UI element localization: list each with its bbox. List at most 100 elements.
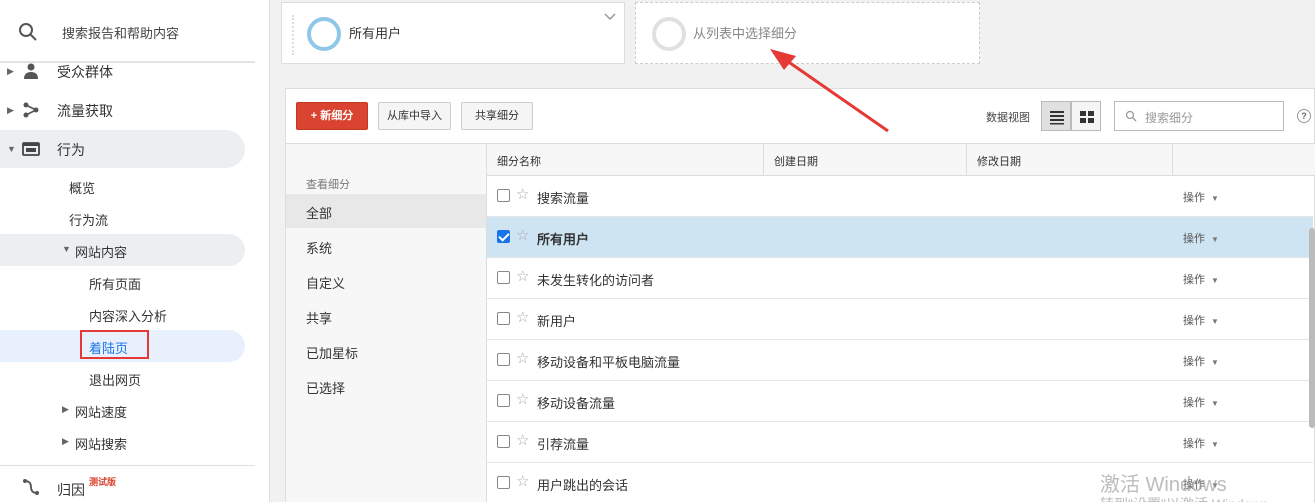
filter-selected[interactable]: 已选择	[286, 369, 486, 403]
actions-dropdown[interactable]: 操作 ▼	[1183, 230, 1219, 246]
filter-all[interactable]: 全部	[286, 194, 486, 228]
actions-dropdown[interactable]: 操作 ▼	[1183, 394, 1219, 410]
sidebar-sub-behavior-flow[interactable]: 行为流	[0, 202, 245, 234]
segment-name: 所有用户	[537, 232, 590, 247]
attribution-icon	[23, 479, 39, 495]
drag-handle-icon[interactable]	[292, 15, 296, 55]
row-checkbox[interactable]	[497, 476, 510, 489]
actions-dropdown[interactable]: 操作 ▼	[1183, 271, 1219, 287]
actions-dropdown[interactable]: 操作 ▼	[1183, 435, 1219, 451]
column-header-created[interactable]: 创建日期	[764, 144, 967, 176]
star-icon[interactable]: ☆	[516, 472, 529, 490]
caret-right-icon: ▶	[62, 404, 69, 414]
actions-label: 操作	[1183, 315, 1205, 327]
filter-custom[interactable]: 自定义	[286, 264, 486, 298]
table-row[interactable]: ☆ 引荐流量 操作 ▼	[487, 422, 1313, 463]
list-icon	[1050, 111, 1064, 125]
segment-placeholder: 从列表中选择细分	[693, 26, 798, 41]
list-view-button[interactable]	[1041, 101, 1071, 131]
scrollbar[interactable]	[1309, 228, 1315, 428]
table-header: 细分名称 创建日期 修改日期	[487, 144, 1315, 176]
sidebar-sub-site-search[interactable]: ▶ 网站搜索	[0, 426, 245, 458]
activation-watermark: 激活 Windows	[1100, 474, 1227, 496]
star-icon[interactable]: ☆	[516, 226, 529, 244]
sidebar-item-label: 受众群体	[57, 64, 113, 80]
help-icon[interactable]: ?	[1297, 109, 1311, 123]
actions-dropdown[interactable]: 操作 ▼	[1183, 312, 1219, 328]
grid-view-button[interactable]	[1071, 101, 1101, 131]
sidebar-item-acquisition[interactable]: ▶ 流量获取	[0, 91, 245, 129]
star-icon[interactable]: ☆	[516, 185, 529, 203]
segment-name: 移动设备流量	[537, 396, 616, 411]
sidebar-sub-exit-pages[interactable]: 退出网页	[0, 362, 245, 394]
filter-system[interactable]: 系统	[286, 229, 486, 263]
sidebar-sub-all-pages[interactable]: 所有页面	[0, 266, 245, 298]
divider	[0, 62, 255, 63]
sidebar-sub-label: 内容深入分析	[89, 309, 168, 324]
actions-dropdown[interactable]: 操作 ▼	[1183, 189, 1219, 205]
main-area: 所有用户 从列表中选择细分 + 新细分 从库中导入 共享细分 数据视图 搜索细分…	[270, 0, 1315, 502]
table-row[interactable]: ☆ 移动设备和平板电脑流量 操作 ▼	[487, 340, 1313, 381]
actions-label: 操作	[1183, 356, 1205, 368]
caret-down-icon: ▼	[7, 144, 16, 154]
caret-down-icon: ▼	[1211, 235, 1219, 244]
sidebar-item-behavior[interactable]: ▼ 行为	[0, 130, 245, 168]
filter-list-header: 查看细分	[306, 179, 350, 191]
chevron-down-icon[interactable]	[604, 11, 616, 23]
table-row[interactable]: ☆ 所有用户 操作 ▼	[487, 217, 1313, 258]
filter-label: 已加星标	[306, 346, 359, 361]
filter-label: 已选择	[306, 381, 346, 396]
segment-circle-icon	[307, 17, 341, 51]
sidebar-item-attribution[interactable]: 归因 测试版	[0, 470, 245, 502]
filter-label: 全部	[306, 206, 333, 221]
actions-label: 操作	[1183, 274, 1205, 286]
row-checkbox[interactable]	[497, 271, 510, 284]
new-segment-button[interactable]: + 新细分	[296, 102, 368, 130]
sidebar-item-audience[interactable]: ▶ 受众群体	[0, 52, 245, 90]
filter-label: 共享	[306, 311, 333, 326]
row-checkbox[interactable]	[497, 435, 510, 448]
sidebar-sub-label: 概览	[69, 181, 96, 196]
row-checkbox[interactable]	[497, 353, 510, 366]
beta-badge: 测试版	[89, 477, 117, 487]
column-header-name[interactable]: 细分名称	[487, 144, 764, 176]
sidebar-sub-label: 退出网页	[89, 373, 142, 388]
row-checkbox[interactable]	[497, 312, 510, 325]
share-segments-button[interactable]: 共享细分	[461, 102, 533, 130]
actions-label: 操作	[1183, 397, 1205, 409]
segment-circle-icon	[652, 17, 686, 51]
table-row[interactable]: ☆ 未发生转化的访问者 操作 ▼	[487, 258, 1313, 299]
row-checkbox[interactable]	[497, 230, 510, 243]
sidebar-sub-site-speed[interactable]: ▶ 网站速度	[0, 394, 245, 426]
filter-shared[interactable]: 共享	[286, 299, 486, 333]
table-row[interactable]: ☆ 搜索流量 操作 ▼	[487, 176, 1313, 217]
column-header-modified[interactable]: 修改日期	[967, 144, 1173, 176]
row-checkbox[interactable]	[497, 189, 510, 202]
person-icon	[24, 63, 38, 79]
segment-name: 搜索流量	[537, 191, 590, 206]
filter-starred[interactable]: 已加星标	[286, 334, 486, 368]
actions-dropdown[interactable]: 操作 ▼	[1183, 353, 1219, 369]
segment-name: 未发生转化的访问者	[537, 273, 655, 288]
sidebar-sub-site-content[interactable]: ▼ 网站内容	[0, 234, 245, 266]
row-checkbox[interactable]	[497, 394, 510, 407]
segment-card-empty[interactable]: 从列表中选择细分	[635, 2, 980, 64]
star-icon[interactable]: ☆	[516, 308, 529, 326]
star-icon[interactable]: ☆	[516, 431, 529, 449]
actions-label: 操作	[1183, 233, 1205, 245]
column-header-label: 创建日期	[774, 156, 818, 168]
table-row[interactable]: ☆ 移动设备流量 操作 ▼	[487, 381, 1313, 422]
star-icon[interactable]: ☆	[516, 390, 529, 408]
sidebar-sub-overview[interactable]: 概览	[0, 170, 245, 202]
star-icon[interactable]: ☆	[516, 267, 529, 285]
segment-name: 所有用户	[349, 26, 402, 41]
import-from-gallery-button[interactable]: 从库中导入	[378, 102, 451, 130]
caret-down-icon: ▼	[1211, 440, 1219, 449]
segment-card-all-users[interactable]: 所有用户	[281, 2, 625, 64]
report-search-text: 搜索报告和帮助内容	[62, 26, 180, 41]
segment-search-input[interactable]: 搜索细分	[1114, 101, 1284, 131]
table-row[interactable]: ☆ 新用户 操作 ▼	[487, 299, 1313, 340]
activation-watermark-sub: 转到"设置"以激活 Windows。	[1100, 494, 1283, 502]
star-icon[interactable]: ☆	[516, 349, 529, 367]
sidebar-sub-content-drilldown[interactable]: 内容深入分析	[0, 298, 245, 330]
